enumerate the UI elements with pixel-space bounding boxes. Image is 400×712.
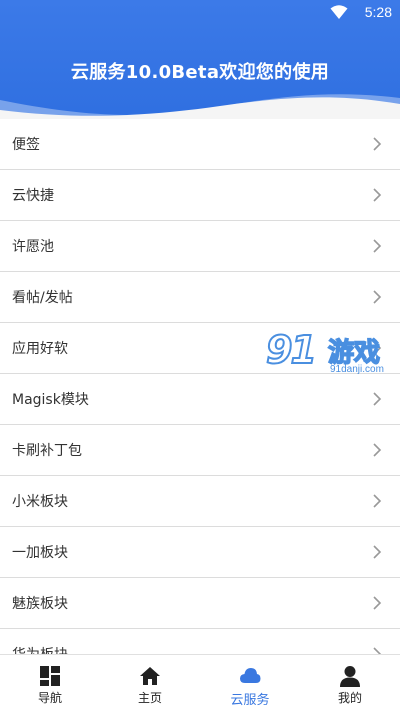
chevron-right-icon [373, 647, 382, 654]
chevron-right-icon [373, 188, 382, 202]
tab-cloud-service[interactable]: 云服务 [200, 655, 300, 712]
list-item-label: Magisk模块 [12, 392, 89, 408]
list-item-huawei-section[interactable]: 华为板块 [0, 629, 400, 654]
list-item-oneplus-section[interactable]: 一加板块 [0, 527, 400, 578]
dashboard-icon [40, 666, 60, 686]
list-item-label: 应用好软 [12, 341, 68, 357]
list-item-label: 便签 [12, 137, 40, 153]
chevron-right-icon [373, 239, 382, 253]
tab-home[interactable]: 主页 [100, 655, 200, 712]
list-item-label: 魅族板块 [12, 596, 68, 612]
watermark-logo: 91 游戏 91danji.com [265, 327, 400, 384]
tab-label: 导航 [37, 691, 62, 705]
list-item-flash-patches[interactable]: 卡刷补丁包 [0, 425, 400, 476]
wifi-icon [330, 5, 348, 19]
list-item-cloud-shortcut[interactable]: 云快捷 [0, 170, 400, 221]
tab-label: 主页 [137, 691, 162, 705]
list-item-label: 卡刷补丁包 [12, 443, 82, 459]
chevron-right-icon [373, 545, 382, 559]
list-item-label: 许愿池 [12, 239, 54, 255]
page-title: 云服务10.0Beta欢迎您的使用 [70, 62, 330, 83]
chevron-right-icon [373, 137, 382, 151]
list-item-xiaomi-section[interactable]: 小米板块 [0, 476, 400, 527]
status-bar: 5:28 [0, 0, 400, 24]
chevron-right-icon [373, 494, 382, 508]
home-icon [140, 667, 160, 685]
list-item-posts[interactable]: 看帖/发帖 [0, 272, 400, 323]
tab-navigation[interactable]: 导航 [0, 655, 100, 712]
header: 5:28 云服务10.0Beta欢迎您的使用 [0, 0, 400, 122]
chevron-right-icon [373, 392, 382, 406]
person-icon [340, 666, 360, 687]
chevron-right-icon [373, 596, 382, 610]
list-item-label: 华为板块 [12, 644, 68, 654]
list-item-wish-pool[interactable]: 许愿池 [0, 221, 400, 272]
status-time: 5:28 [364, 4, 392, 20]
tab-label: 我的 [337, 691, 362, 705]
list-item-label: 看帖/发帖 [12, 290, 73, 306]
tab-label: 云服务 [230, 693, 270, 708]
list-item-label: 一加板块 [12, 545, 68, 561]
service-list: 便签 云快捷 许愿池 看帖/发帖 应用好软 Magisk模块 卡刷补丁包 小米板… [0, 119, 400, 654]
tab-mine[interactable]: 我的 [300, 655, 400, 712]
watermark-url: 91danji.com [330, 364, 384, 375]
header-wave [0, 94, 400, 122]
bottom-tab-bar: 导航 主页 云服务 我的 [0, 654, 400, 712]
chevron-right-icon [373, 290, 382, 304]
list-item-label: 云快捷 [12, 188, 54, 204]
watermark-number: 91 [265, 327, 318, 373]
cloud-icon [240, 668, 261, 683]
chevron-right-icon [373, 443, 382, 457]
list-item-notes[interactable]: 便签 [0, 119, 400, 170]
list-item-label: 小米板块 [12, 494, 68, 510]
list-item-meizu-section[interactable]: 魅族板块 [0, 578, 400, 629]
